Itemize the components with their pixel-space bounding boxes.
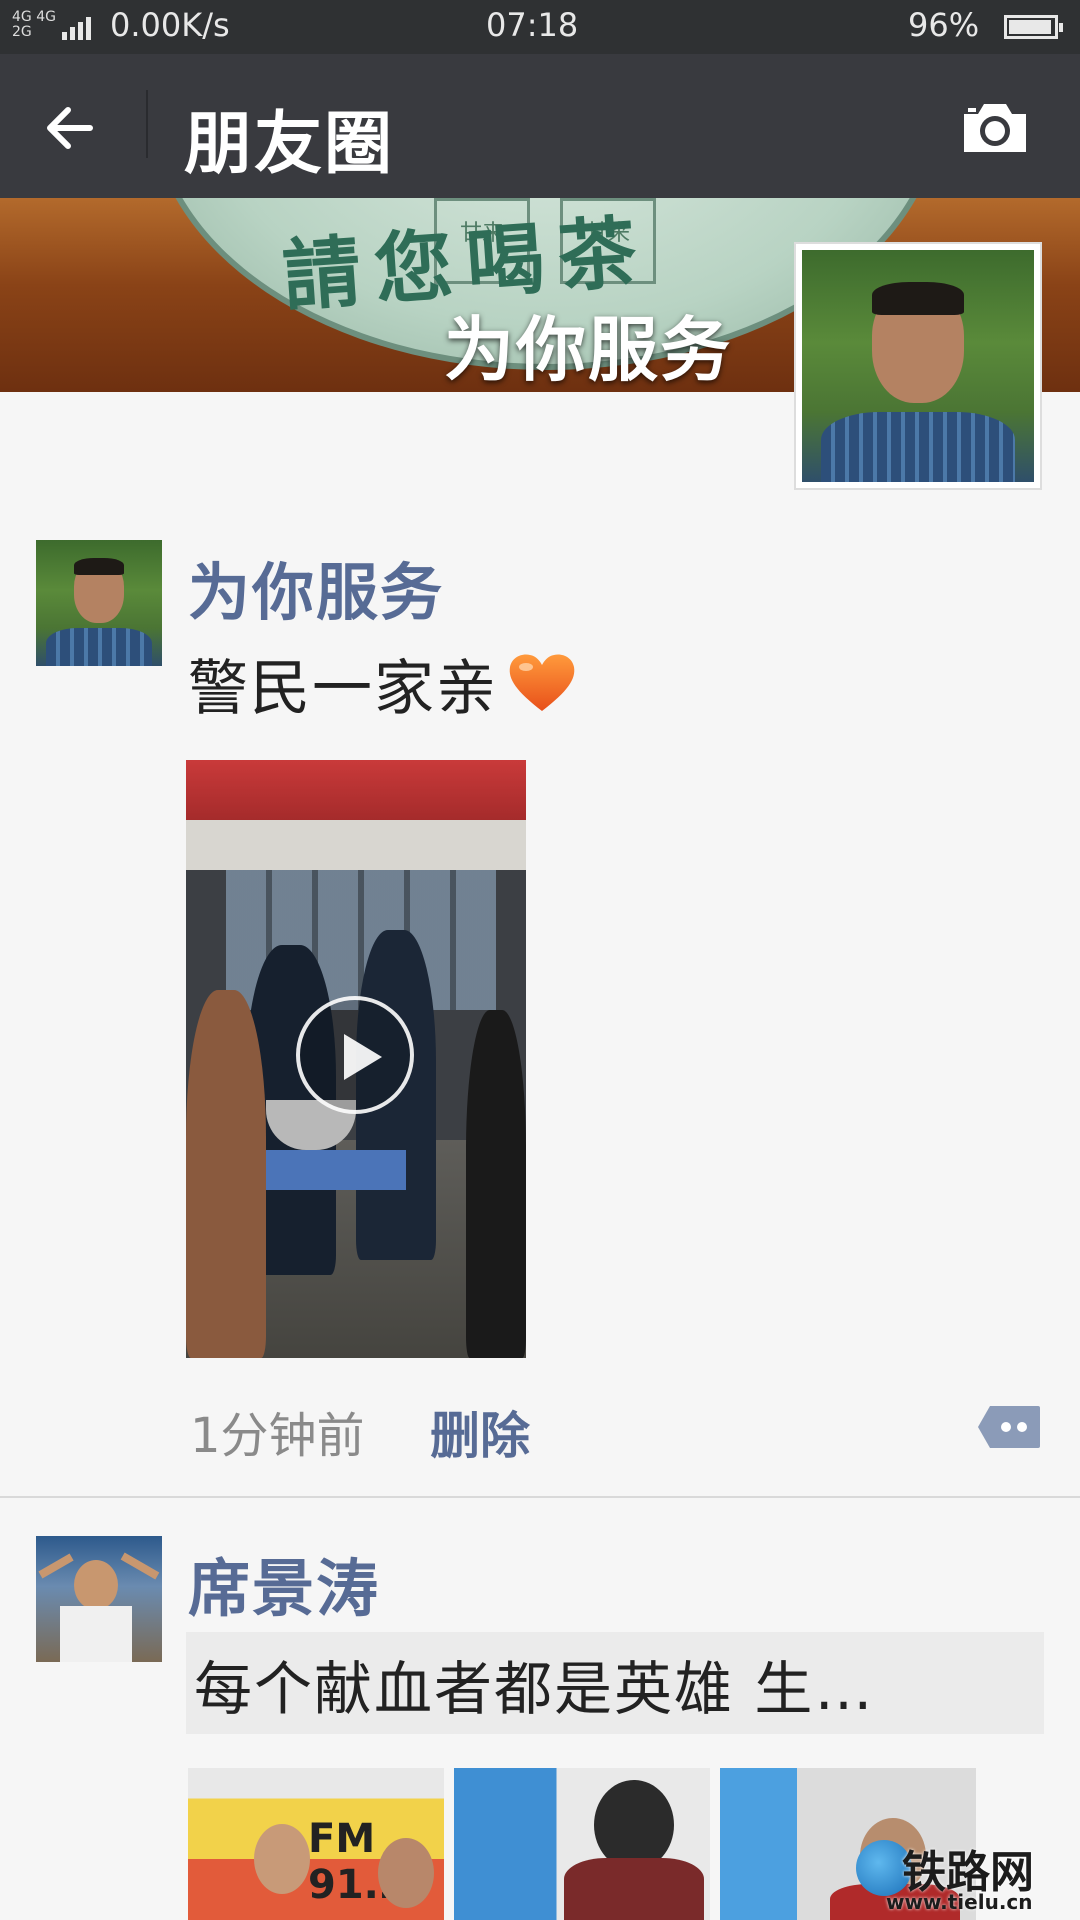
profile-avatar[interactable] bbox=[794, 242, 1042, 490]
post-author-avatar[interactable] bbox=[36, 1536, 162, 1662]
post-text-content: 警民一家亲 bbox=[188, 654, 498, 724]
shared-link-title: 每个献血者都是英雄 生… bbox=[194, 1655, 875, 1723]
post-divider bbox=[0, 1496, 1080, 1498]
post-image[interactable] bbox=[454, 1768, 710, 1920]
post-image[interactable]: FM 91.2 bbox=[188, 1768, 444, 1920]
battery-percent: 96% bbox=[908, 6, 980, 44]
orange-heart-icon bbox=[509, 654, 575, 711]
post-author-avatar[interactable] bbox=[36, 540, 162, 666]
arrow-left-icon[interactable] bbox=[40, 98, 100, 158]
nav-divider bbox=[146, 90, 148, 158]
watermark-url: www.tielu.cn bbox=[886, 1890, 1033, 1914]
clock: 07:18 bbox=[486, 6, 579, 44]
status-bar: 4G 4G 2G 0.00K/s 07:18 96% bbox=[0, 0, 1080, 54]
post-author-name[interactable]: 席景涛 bbox=[188, 1538, 380, 1628]
camera-icon[interactable] bbox=[960, 100, 1030, 156]
play-icon[interactable] bbox=[296, 996, 414, 1114]
post-author-name[interactable]: 为你服务 bbox=[188, 542, 444, 632]
network-speed: 0.00K/s bbox=[110, 6, 230, 44]
battery-icon bbox=[1004, 15, 1063, 39]
video-thumbnail[interactable] bbox=[186, 760, 526, 1358]
post-timestamp: 1分钟前 bbox=[190, 1408, 365, 1464]
watermark: 铁路网 www.tielu.cn bbox=[836, 1836, 1066, 1916]
post-text: 警民一家亲 bbox=[188, 640, 578, 727]
comment-icon[interactable] bbox=[976, 1404, 1042, 1450]
signal-icon bbox=[62, 14, 100, 40]
shared-link-card[interactable]: 每个献血者都是英雄 生… bbox=[186, 1632, 1044, 1734]
network-type: 4G 4G 2G bbox=[12, 9, 56, 40]
avatar-photo bbox=[36, 540, 162, 666]
page-title: 朋友圈 bbox=[184, 105, 395, 184]
cover-owner-name: 为你服务 bbox=[444, 309, 732, 391]
avatar-photo bbox=[802, 250, 1034, 482]
nav-bar: 朋友圈 bbox=[0, 54, 1080, 198]
delete-link[interactable]: 删除 bbox=[430, 1396, 530, 1468]
